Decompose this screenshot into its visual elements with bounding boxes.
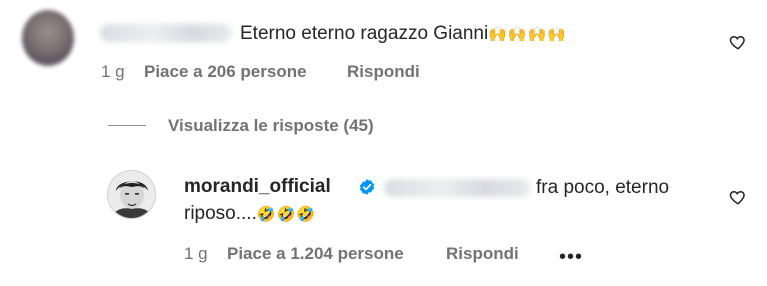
blurred-username[interactable] [100,24,232,42]
thread-divider [108,125,146,126]
reply-reply-button[interactable]: Rispondi [446,244,519,264]
morandi-avatar[interactable] [107,170,156,219]
heart-icon[interactable] [728,188,748,206]
comment-text: Eterno eterno ragazzo Gianni🙌🙌🙌🙌 [240,22,567,46]
more-options-icon[interactable]: ••• [559,247,583,267]
comment-time: 1 g [101,62,125,81]
profile-photo-icon [108,171,155,218]
reply-emoji: 🤣🤣🤣 [256,205,316,223]
heart-icon[interactable] [728,33,748,51]
comment-emoji: 🙌🙌🙌🙌 [488,25,567,43]
verified-badge-icon [359,179,375,195]
blurred-mention[interactable] [384,179,530,197]
view-replies-button[interactable]: Visualizza le risposte (45) [168,116,374,136]
reply-time: 1 g [184,244,208,263]
reply-likes[interactable]: Piace a 1.204 persone [227,244,404,264]
reply-button[interactable]: Rispondi [347,62,420,82]
reply-username[interactable]: morandi_official [184,176,331,198]
commenter-avatar[interactable] [22,10,74,66]
comment-likes[interactable]: Piace a 206 persone [144,62,307,82]
comment-body: Eterno eterno ragazzo Gianni [240,23,489,44]
reply-text-line1: fra poco, eterno [536,177,670,198]
reply-body-line2: riposo.... [184,203,257,224]
reply-text-line2: riposo....🤣🤣🤣 [184,202,316,226]
